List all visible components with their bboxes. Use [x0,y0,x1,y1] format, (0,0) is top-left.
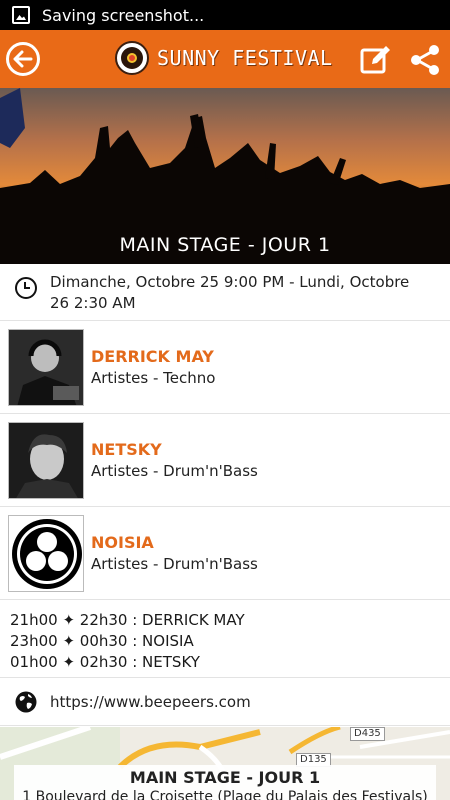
status-bar: Saving screenshot... [0,0,450,30]
artist-name: NETSKY [91,440,162,459]
schedule: 21h00 ✦ 22h30 : DERRICK MAY 23h00 ✦ 00h3… [0,601,450,678]
back-button[interactable] [6,42,40,76]
schedule-line: 23h00 ✦ 00h30 : NOISIA [10,632,194,650]
back-arrow-icon [13,50,33,68]
website-row[interactable]: https://www.beepeers.com [0,678,450,726]
artist-genre: Artistes - Drum'n'Bass [91,462,258,480]
edit-icon[interactable] [360,44,392,76]
schedule-line: 21h00 ✦ 22h30 : DERRICK MAY [10,611,245,629]
app-bar: SUNNY FESTIVAL [0,30,450,88]
venue-title: MAIN STAGE - JOUR 1 [129,768,321,787]
artist-item[interactable]: DERRICK MAY Artistes - Techno [0,321,450,414]
map-location-card[interactable]: MAIN STAGE - JOUR 1 1 Boulevard de la Cr… [14,765,436,800]
app-title: SUNNY FESTIVAL [157,46,333,70]
stage-title: MAIN STAGE - JOUR 1 [119,234,331,256]
image-icon [12,6,30,24]
brand: SUNNY FESTIVAL [115,41,333,75]
website-link[interactable]: https://www.beepeers.com [50,693,251,711]
artist-photo [8,422,84,499]
artist-item[interactable]: NOISIA Artistes - Drum'n'Bass [0,507,450,600]
schedule-line: 01h00 ✦ 02h30 : NETSKY [10,653,200,671]
artist-name: NOISIA [91,533,154,552]
event-date-text: Dimanche, Octobre 25 9:00 PM - Lundi, Oc… [50,273,410,312]
artist-name: DERRICK MAY [91,347,214,366]
artist-photo [8,329,84,406]
clock-icon [15,277,37,299]
status-text: Saving screenshot... [42,5,205,25]
map-view[interactable]: D435 D135 MAIN STAGE - JOUR 1 1 Boulevar… [0,727,450,800]
artist-genre: Artistes - Drum'n'Bass [91,555,258,573]
hero-banner: MAIN STAGE - JOUR 1 [0,88,450,264]
road-label: D435 [350,727,385,741]
artist-item[interactable]: NETSKY Artistes - Drum'n'Bass [0,414,450,507]
event-date-row: Dimanche, Octobre 25 9:00 PM - Lundi, Oc… [0,264,450,321]
festival-logo-icon [115,41,149,75]
artist-genre: Artistes - Techno [91,369,216,387]
venue-address: 1 Boulevard de la Croisette (Plage du Pa… [22,789,428,800]
artist-photo [8,515,84,592]
share-icon[interactable] [409,44,441,76]
globe-icon [15,691,37,713]
